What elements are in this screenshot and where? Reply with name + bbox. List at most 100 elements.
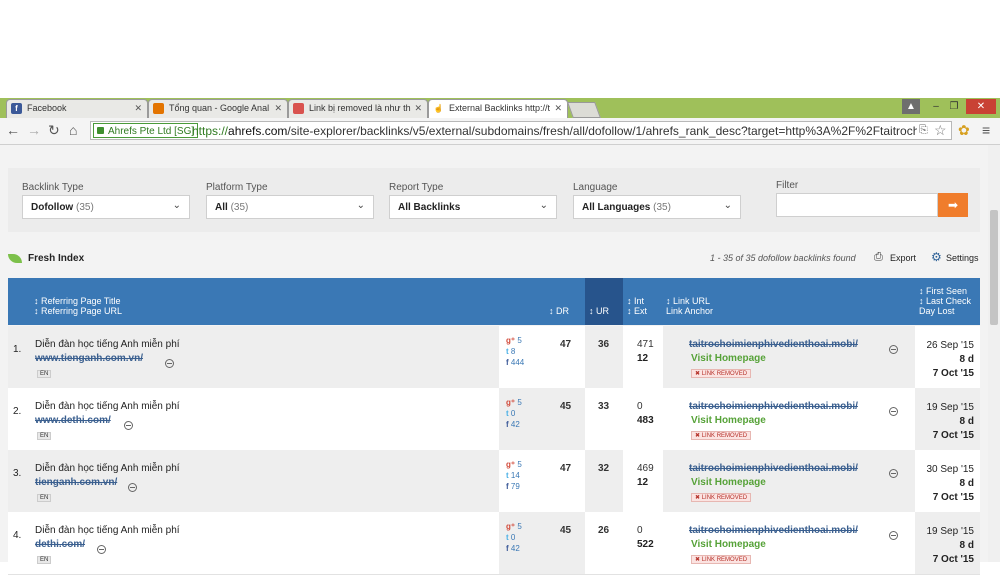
ref-page-url[interactable]: www.dethi.com/ <box>35 415 111 426</box>
close-icon[interactable]: ✕ <box>134 103 142 114</box>
gplus-count: g⁺ 5 <box>506 522 522 531</box>
twitter-icon: t <box>506 471 509 480</box>
table-row[interactable]: 4. Diễn đàn học tiếng Anh miễn phí dethi… <box>8 512 980 575</box>
table-row[interactable]: 3. Diễn đàn học tiếng Anh miễn phí tieng… <box>8 450 980 513</box>
export-link[interactable]: Export <box>890 253 916 263</box>
link-url[interactable]: taitrochoimienphivedienthoai.mobi/ <box>689 401 858 412</box>
link-anchor[interactable]: Visit Homepage <box>691 477 766 488</box>
ev-certificate-badge[interactable]: Ahrefs Pte Ltd [SG] <box>93 123 199 138</box>
select-value: Dofollow <box>31 202 74 213</box>
filter-submit-button[interactable]: ➡ <box>938 193 968 217</box>
star-icon[interactable]: ☆ <box>934 122 947 139</box>
tab-label: Facebook <box>27 103 67 113</box>
maximize-icon[interactable]: ❐ <box>946 99 962 114</box>
scrollbar-track[interactable] <box>988 145 1000 562</box>
chevron-down-icon: ⌄ <box>723 200 732 211</box>
facebook-count: f 42 <box>506 544 520 553</box>
ref-page-url[interactable]: dethi.com/ <box>35 539 85 550</box>
extension-icon[interactable]: ✿ <box>958 122 970 139</box>
link-anchor[interactable]: Visit Homepage <box>691 353 766 364</box>
header-ext: Ext <box>634 306 648 316</box>
new-tab-button[interactable] <box>567 102 601 118</box>
tab-google-analytics[interactable]: Tổng quan - Google Anal ✕ <box>148 99 288 118</box>
ref-url-text: www.dethi.com/ <box>35 415 111 426</box>
close-window-icon[interactable]: ✕ <box>966 99 996 114</box>
dr-value: 47 <box>560 463 572 474</box>
first-seen: 19 Sep '15 <box>926 526 974 537</box>
user-icon[interactable]: ▲ <box>902 99 920 114</box>
int-ext-header[interactable]: ↕ Int ↕ Ext <box>627 296 647 316</box>
row-number: 4. <box>13 530 22 541</box>
ref-page-url[interactable]: tienganh.com.vn/ <box>35 477 117 488</box>
close-icon[interactable]: ✕ <box>274 103 282 114</box>
expand-icon[interactable] <box>97 545 106 555</box>
scrollbar-thumb[interactable] <box>990 210 998 325</box>
ext-value: 12 <box>637 353 649 364</box>
gear-icon[interactable]: ⚙ <box>931 250 942 264</box>
back-icon[interactable]: ← <box>6 122 20 138</box>
status-text: LINK REMOVED <box>701 495 748 501</box>
day-lost: 7 Oct '15 <box>932 430 974 441</box>
platform-type-select[interactable]: All (35) ⌄ <box>206 195 374 219</box>
close-icon[interactable]: ✕ <box>554 103 562 114</box>
platform-type-label: Platform Type <box>206 182 268 193</box>
backlink-type-select[interactable]: Dofollow (35) ⌄ <box>22 195 190 219</box>
link-url[interactable]: taitrochoimienphivedienthoai.mobi/ <box>689 463 858 474</box>
header-ref-url: Referring Page URL <box>41 306 123 316</box>
row-dates: 19 Sep '15 8 d 7 Oct '15 <box>926 401 974 443</box>
reload-icon[interactable]: ↻ <box>48 122 60 139</box>
url-path: /site-explorer/backlinks/v5/external/sub… <box>287 124 917 138</box>
dates-header[interactable]: ↕ First Seen ↕ Last Check Day Lost <box>919 286 971 316</box>
row-dates: 26 Sep '15 8 d 7 Oct '15 <box>926 339 974 381</box>
link-anchor[interactable]: Visit Homepage <box>691 539 766 550</box>
minimize-icon[interactable]: – <box>928 99 944 114</box>
pointer-icon: ☝ <box>433 103 444 114</box>
link-url-text: taitrochoimienphivedienthoai.mobi/ <box>689 525 858 536</box>
settings-link[interactable]: Settings <box>946 253 979 263</box>
expand-icon[interactable] <box>889 407 899 417</box>
link-anchor[interactable]: Visit Homepage <box>691 415 766 426</box>
filter-input[interactable] <box>776 193 938 217</box>
twitter-value: 0 <box>510 409 516 418</box>
gplus-count: g⁺ 5 <box>506 336 522 345</box>
first-seen: 30 Sep '15 <box>926 464 974 475</box>
analytics-icon <box>153 103 164 114</box>
tab-facebook[interactable]: f Facebook ✕ <box>6 99 148 118</box>
status-text: LINK REMOVED <box>701 433 748 439</box>
ref-page-title: Diễn đàn học tiếng Anh miễn phí <box>35 463 180 474</box>
link-url[interactable]: taitrochoimienphivedienthoai.mobi/ <box>689 339 858 350</box>
header-first-seen: First Seen <box>926 286 968 296</box>
tab-label: External Backlinks http://t <box>449 103 551 113</box>
language-select[interactable]: All Languages (35) ⌄ <box>573 195 741 219</box>
expand-icon[interactable] <box>124 421 133 431</box>
close-icon[interactable]: ✕ <box>414 103 422 114</box>
expand-icon[interactable] <box>889 531 899 541</box>
table-row[interactable]: 1. Diễn đàn học tiếng Anh miễn phí www.t… <box>8 326 980 389</box>
ur-header[interactable]: ↕ UR <box>589 306 609 316</box>
address-bar[interactable]: Ahrefs Pte Ltd [SG] https://ahrefs.com/s… <box>90 121 952 140</box>
dr-header[interactable]: ↕ DR <box>549 306 569 316</box>
fresh-index-label: Fresh Index <box>8 253 84 264</box>
ref-url-text: www.tienganh.com.vn/ <box>35 353 143 364</box>
ref-page-url[interactable]: www.tienganh.com.vn/ <box>35 353 143 364</box>
header-int: Int <box>634 296 645 306</box>
forward-icon[interactable]: → <box>27 122 41 138</box>
facebook-value: 42 <box>510 544 520 553</box>
link-url[interactable]: taitrochoimienphivedienthoai.mobi/ <box>689 525 858 536</box>
tab-link-removed[interactable]: Link bị removed là như th ✕ <box>288 99 428 118</box>
ref-page-header[interactable]: ↕ Referring Page Title ↕ Referring Page U… <box>34 296 122 316</box>
header-last-check: Last Check <box>926 296 972 306</box>
facebook-count: f 79 <box>506 482 520 491</box>
link-removed-badge: ✖ LINK REMOVED <box>691 431 752 440</box>
export-icon[interactable]: ⎙ <box>874 251 883 264</box>
home-icon[interactable]: ⌂ <box>69 122 77 138</box>
link-url-header[interactable]: ↕ Link URL Link Anchor <box>666 296 713 316</box>
link-url-text: taitrochoimienphivedienthoai.mobi/ <box>689 401 858 412</box>
url-text[interactable]: https://ahrefs.com/site-explorer/backlin… <box>192 124 917 138</box>
table-row[interactable]: 2. Diễn đàn học tiếng Anh miễn phí www.d… <box>8 388 980 451</box>
menu-icon[interactable]: ≡ <box>982 122 990 138</box>
report-type-select[interactable]: All Backlinks ⌄ <box>389 195 557 219</box>
select-value: All Languages <box>582 202 651 213</box>
translate-icon[interactable]: ⎘ <box>919 124 928 137</box>
tab-external-backlinks[interactable]: ☝ External Backlinks http://t ✕ <box>428 99 568 118</box>
